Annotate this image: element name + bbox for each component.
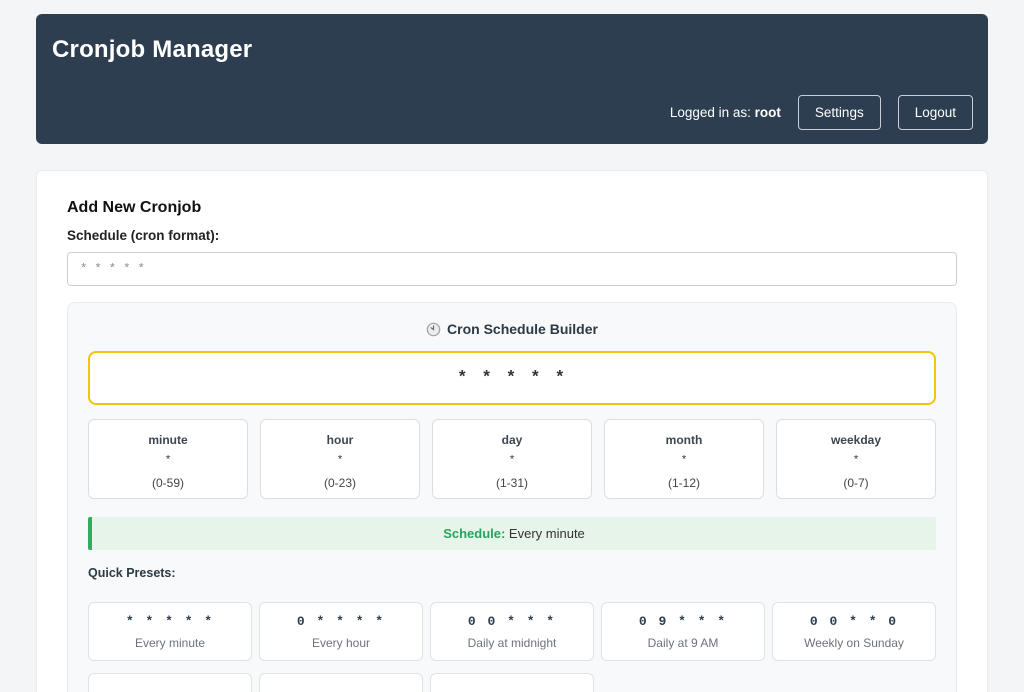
cron-field-minute[interactable]: minute * (0-59): [88, 419, 248, 499]
preset-every-15-minutes[interactable]: */15 * * * *: [430, 673, 594, 692]
schedule-input[interactable]: [67, 252, 957, 286]
preset-daily-9am[interactable]: 0 9 * * * Daily at 9 AM: [601, 602, 765, 661]
cron-field-month[interactable]: month * (1-12): [604, 419, 764, 499]
preset-cron: 0 0 * * *: [435, 614, 589, 629]
field-range: (0-7): [783, 476, 929, 490]
preset-description: Every hour: [264, 636, 418, 650]
field-label: month: [611, 433, 757, 447]
preset-cron: 0 0 * * 0: [777, 614, 931, 629]
preset-description: Daily at midnight: [435, 636, 589, 650]
preset-cron: * * * * *: [93, 614, 247, 629]
preset-description: Weekly on Sunday: [777, 636, 931, 650]
cron-field-day[interactable]: day * (1-31): [432, 419, 592, 499]
cron-field-hour[interactable]: hour * (0-23): [260, 419, 420, 499]
cron-fields-row: minute * (0-59) hour * (0-23) day * (1-3…: [88, 419, 936, 499]
schedule-banner-prefix: Schedule:: [443, 526, 505, 541]
preset-cron: 0 * * * *: [264, 614, 418, 629]
field-range: (1-31): [439, 476, 585, 490]
presets-grid: * * * * * Every minute 0 * * * * Every h…: [88, 602, 936, 692]
field-value: *: [611, 455, 757, 467]
preset-every-5-minutes[interactable]: */5 * * * *: [259, 673, 423, 692]
field-range: (0-59): [95, 476, 241, 490]
logged-in-prefix: Logged in as:: [670, 105, 755, 120]
builder-title-label: Cron Schedule Builder: [447, 321, 598, 337]
field-label: hour: [267, 433, 413, 447]
field-label: minute: [95, 433, 241, 447]
field-label: weekday: [783, 433, 929, 447]
field-value: *: [267, 455, 413, 467]
preset-description: Every minute: [93, 636, 247, 650]
settings-button[interactable]: Settings: [798, 95, 881, 130]
logged-in-status: Logged in as: root: [670, 105, 781, 120]
preset-weekly-sunday[interactable]: 0 0 * * 0 Weekly on Sunday: [772, 602, 936, 661]
cron-field-weekday[interactable]: weekday * (0-7): [776, 419, 936, 499]
cron-expression-display: * * * * *: [88, 351, 936, 405]
field-value: *: [95, 455, 241, 467]
app-header: Cronjob Manager Logged in as: root Setti…: [36, 14, 988, 144]
preset-monthly-first[interactable]: 0 0 1 * *: [88, 673, 252, 692]
preset-cron: 0 9 * * *: [606, 614, 760, 629]
clock-icon: [426, 322, 441, 337]
add-cronjob-card: Add New Cronjob Schedule (cron format): …: [36, 170, 988, 692]
preset-description: Daily at 9 AM: [606, 636, 760, 650]
schedule-banner-text: Every minute: [505, 526, 584, 541]
field-range: (1-12): [611, 476, 757, 490]
logout-button[interactable]: Logout: [898, 95, 973, 130]
builder-title: Cron Schedule Builder: [88, 321, 936, 337]
quick-presets-heading: Quick Presets:: [88, 566, 936, 580]
schedule-description-banner: Schedule: Every minute: [88, 517, 936, 550]
page-title: Cronjob Manager: [52, 36, 972, 64]
field-value: *: [439, 455, 585, 467]
logged-in-username: root: [755, 105, 781, 120]
field-label: day: [439, 433, 585, 447]
schedule-field-label: Schedule (cron format):: [67, 228, 957, 243]
preset-daily-midnight[interactable]: 0 0 * * * Daily at midnight: [430, 602, 594, 661]
field-value: *: [783, 455, 929, 467]
preset-every-hour[interactable]: 0 * * * * Every hour: [259, 602, 423, 661]
header-user-area: Logged in as: root Settings Logout: [670, 95, 973, 130]
field-range: (0-23): [267, 476, 413, 490]
preset-every-minute[interactable]: * * * * * Every minute: [88, 602, 252, 661]
card-heading: Add New Cronjob: [67, 199, 957, 217]
cron-schedule-builder: Cron Schedule Builder * * * * * minute *…: [67, 302, 957, 692]
